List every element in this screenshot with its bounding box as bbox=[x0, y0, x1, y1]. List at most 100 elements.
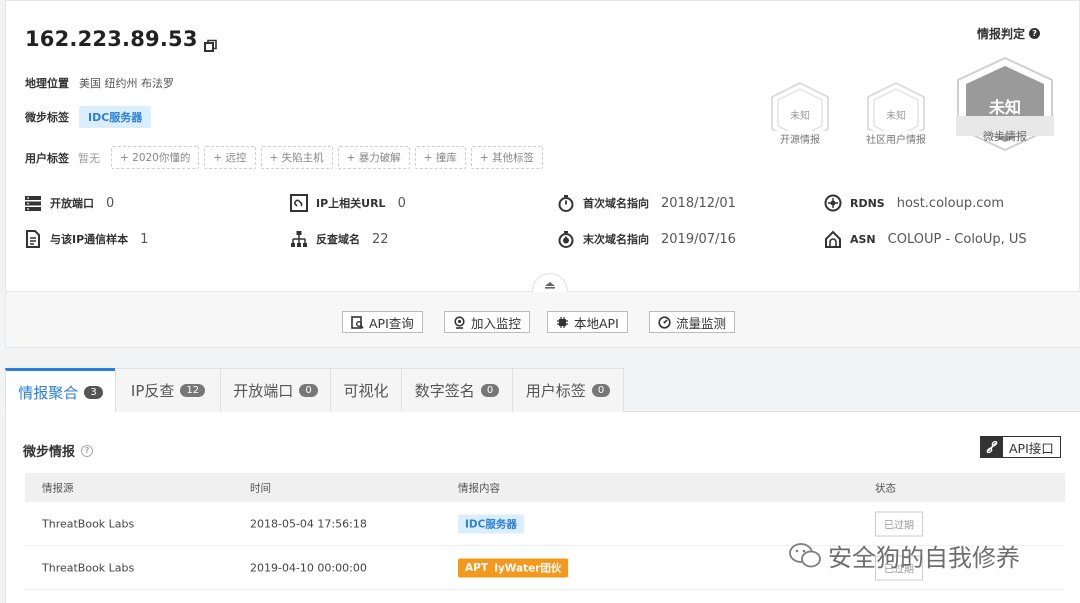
stat-value: 1 bbox=[140, 231, 149, 247]
watermark-text: 安全狗的自我修养 bbox=[828, 544, 1020, 572]
help-icon[interactable]: ? bbox=[81, 444, 94, 457]
badge-status: 未知 bbox=[790, 111, 810, 122]
column-header: 状态 bbox=[875, 482, 896, 494]
rdns-stat: RDNS host.coloup.com bbox=[824, 194, 1004, 212]
local-api-button[interactable]: 本地API bbox=[547, 311, 628, 333]
stat-value: 2018/12/01 bbox=[661, 195, 736, 211]
tab-count-badge: 3 bbox=[84, 385, 103, 399]
tab-digital-signature[interactable]: 数字签名 0 bbox=[401, 368, 513, 412]
chip-icon bbox=[557, 316, 568, 328]
help-icon[interactable]: ? bbox=[1029, 28, 1041, 39]
traffic-monitor-label: 流量监测 bbox=[676, 315, 727, 331]
column-header: 时间 bbox=[250, 482, 271, 494]
add-tag-chip[interactable]: + 撞库 bbox=[414, 146, 466, 169]
samples-stat[interactable]: 与该IP通信样本 1 bbox=[24, 230, 148, 248]
weibu-tag-row: 微步标签 IDC服务器 bbox=[25, 106, 152, 128]
tab-label: 用户标签 bbox=[525, 382, 586, 400]
tab-count-badge: 0 bbox=[299, 384, 318, 397]
asn-stat: ASN COLOUP - ColoUp, US bbox=[824, 230, 1027, 248]
panel-title: 微步情报 ? bbox=[23, 441, 94, 460]
tab-label: 情报聚合 bbox=[18, 383, 79, 402]
stat-value: COLOUP - ColoUp, US bbox=[887, 231, 1027, 247]
badge-label: 开源情报 bbox=[768, 131, 832, 146]
open-ports-stat[interactable]: 开放端口 0 bbox=[24, 194, 114, 212]
panel-title-text: 微步情报 bbox=[23, 445, 76, 460]
tab-count-badge: 0 bbox=[591, 384, 611, 397]
tab-open-ports[interactable]: 开放端口 0 bbox=[220, 368, 331, 412]
geo-location-row: 地理位置 美国 纽约州 布法罗 bbox=[25, 75, 174, 91]
server-icon bbox=[25, 196, 41, 211]
geo-label: 地理位置 bbox=[25, 77, 69, 90]
gauge-icon bbox=[658, 315, 671, 329]
idc-server-tag[interactable]: IDC服务器 bbox=[458, 514, 524, 533]
ip-info-card: 162.223.89.53 地理位置 美国 纽约州 布法罗 微步标签 IDC服务… bbox=[5, 0, 1080, 295]
tab-user-tags[interactable]: 用户标签 0 bbox=[512, 368, 624, 412]
stat-value: host.coloup.com bbox=[896, 195, 1004, 211]
hierarchy-icon bbox=[291, 231, 307, 247]
tab-ip-reverse[interactable]: IP反查 12 bbox=[115, 368, 221, 412]
column-header: 情报源 bbox=[42, 482, 74, 494]
badge-status: 未知 bbox=[988, 98, 1021, 117]
tab-label: 可视化 bbox=[343, 382, 389, 400]
stat-label: 开放端口 bbox=[50, 197, 94, 210]
stat-label: 与该IP通信样本 bbox=[50, 233, 129, 246]
add-tag-chip[interactable]: + 失陷主机 bbox=[260, 146, 333, 169]
tab-bar: 情报聚合 3 IP反查 12 开放端口 0 可视化 数字签名 0 用户标签 0 bbox=[5, 368, 1080, 413]
apt-tag[interactable]: APT bbox=[458, 559, 495, 576]
source-cell: ThreatBook Labs bbox=[42, 561, 135, 574]
tab-label: 开放端口 bbox=[233, 382, 294, 400]
traffic-monitor-button[interactable]: 流量监测 bbox=[649, 311, 736, 333]
add-tag-chip[interactable]: + 2020你懂的 bbox=[111, 146, 200, 169]
weibu-tag-label: 微步标签 bbox=[25, 111, 69, 124]
tab-count-badge: 0 bbox=[480, 384, 500, 397]
api-interface-label: API接口 bbox=[1009, 440, 1054, 456]
add-tag-chip[interactable]: + 其他标签 bbox=[470, 146, 544, 169]
add-monitor-button[interactable]: 加入监控 bbox=[444, 311, 531, 333]
column-header: 情报内容 bbox=[458, 482, 500, 494]
open-source-intel-badge: 未知 开源情报 bbox=[768, 81, 832, 151]
time-cell: 2018-05-04 17:56:18 bbox=[250, 517, 367, 530]
tab-intel-aggregation[interactable]: 情报聚合 3 bbox=[5, 368, 116, 413]
status-badge: 已过期 bbox=[875, 511, 923, 536]
document-icon bbox=[26, 230, 40, 248]
last-domain-stat: 末次域名指向 2019/07/16 bbox=[557, 230, 736, 248]
stat-value: 0 bbox=[106, 195, 115, 211]
eject-icon bbox=[545, 281, 555, 289]
badge-status: 未知 bbox=[886, 111, 906, 122]
ip-address: 162.223.89.53 bbox=[25, 27, 198, 51]
watermark: 安全狗的自我修养 bbox=[788, 538, 1020, 573]
add-tag-chip[interactable]: + 远控 bbox=[204, 146, 256, 169]
tab-label: IP反查 bbox=[130, 382, 175, 400]
geo-value: 美国 纽约州 布法罗 bbox=[79, 77, 174, 90]
stat-value: 2019/07/16 bbox=[661, 231, 736, 247]
copy-icon[interactable] bbox=[203, 34, 218, 52]
stopwatch-icon bbox=[558, 231, 574, 248]
tab-visualization[interactable]: 可视化 bbox=[330, 368, 402, 412]
link-window-icon bbox=[290, 194, 308, 212]
user-tag-row: 用户标签 暂无 + 2020你懂的 + 远控 + 失陷主机 + 暴力破解 + 撞… bbox=[25, 146, 544, 169]
add-tag-chip[interactable]: + 暴力破解 bbox=[337, 146, 410, 169]
add-monitor-label: 加入监控 bbox=[471, 315, 522, 331]
stat-label: IP上相关URL bbox=[316, 197, 386, 210]
stat-label: ASN bbox=[850, 232, 876, 246]
stat-value: 22 bbox=[372, 231, 389, 247]
home-network-icon bbox=[825, 230, 841, 248]
reverse-domains-stat[interactable]: 反查域名 22 bbox=[290, 230, 389, 248]
stat-label: 末次域名指向 bbox=[583, 233, 649, 246]
weibu-intel-panel: 微步情报 ? API接口 情报源 时间 情报内容 状态 ThreatBook L… bbox=[5, 412, 1080, 603]
wechat-icon bbox=[789, 542, 821, 567]
action-bar: API查询 加入监控 本地API 流量监测 bbox=[5, 292, 1080, 348]
time-cell: 2019-04-10 00:00:00 bbox=[250, 561, 367, 574]
stat-label: RDNS bbox=[850, 196, 885, 210]
stat-label: 反查域名 bbox=[316, 233, 360, 246]
search-doc-icon bbox=[351, 315, 364, 329]
idc-server-tag[interactable]: IDC服务器 bbox=[79, 106, 152, 128]
table-header: 情报源 时间 情报内容 状态 bbox=[25, 473, 1065, 502]
api-query-button[interactable]: API查询 bbox=[342, 311, 423, 333]
badge-label: 社区用户情报 bbox=[860, 131, 932, 146]
stat-label: 首次域名指向 bbox=[583, 197, 649, 210]
api-interface-button[interactable]: API接口 bbox=[980, 436, 1061, 458]
local-api-label: 本地API bbox=[574, 315, 619, 331]
dns-globe-icon bbox=[824, 194, 842, 212]
ip-urls-stat[interactable]: IP上相关URL 0 bbox=[290, 194, 406, 212]
